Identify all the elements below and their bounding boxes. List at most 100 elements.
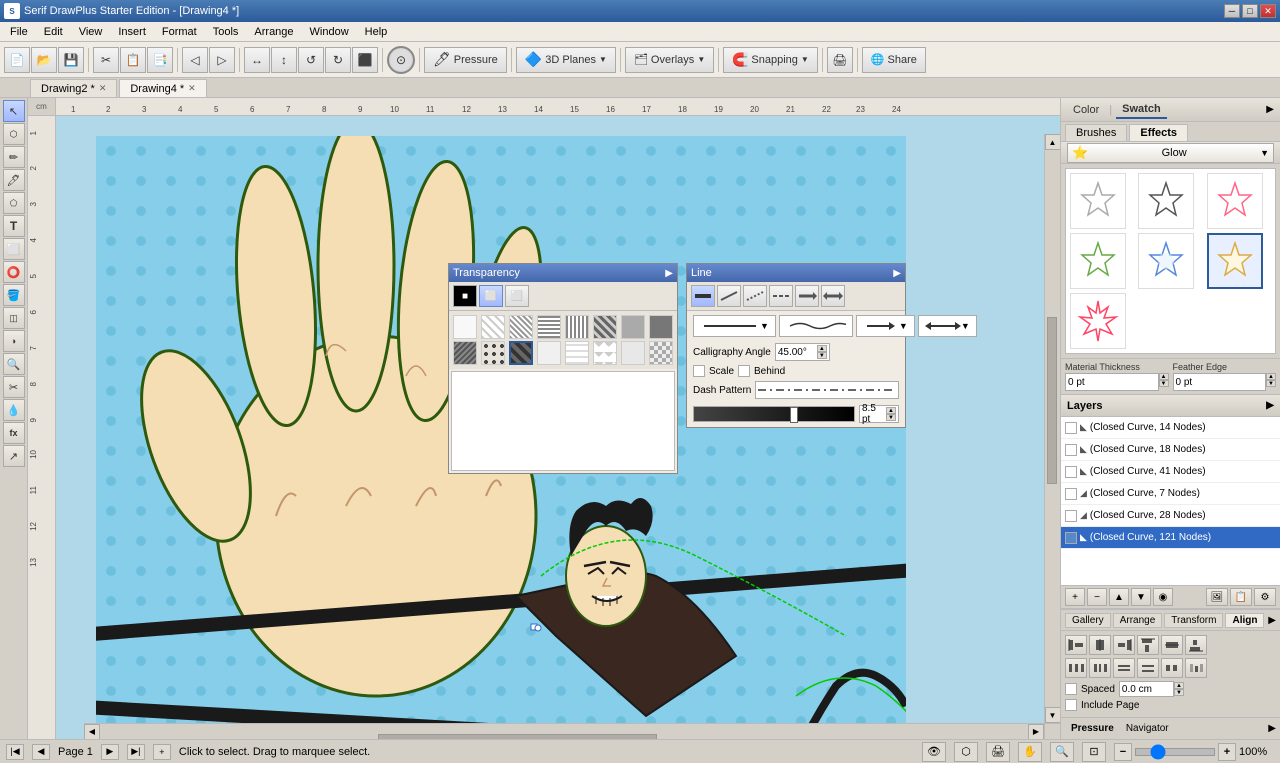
menu-help[interactable]: Help: [357, 24, 396, 40]
layer-delete-btn[interactable]: −: [1087, 588, 1107, 606]
zoom-slider[interactable]: [1135, 748, 1215, 756]
layer-2-checkbox[interactable]: [1065, 466, 1077, 478]
calligraphy-angle-input[interactable]: 45.00° ▲ ▼: [775, 343, 830, 361]
spaced-value-input[interactable]: 0.0 cm: [1119, 681, 1174, 697]
line-titlebar[interactable]: Line ▶: [687, 264, 905, 282]
quickshape-tool[interactable]: ⬠: [3, 192, 25, 214]
shadow-tool[interactable]: ◑: [3, 330, 25, 352]
brushes-tab[interactable]: Brushes: [1065, 124, 1127, 141]
layer-item-2[interactable]: ◣ (Closed Curve, 41 Nodes): [1061, 461, 1280, 483]
feather-up[interactable]: ▲: [1266, 373, 1276, 380]
line-type-btn-3[interactable]: [743, 285, 767, 307]
layer-down-btn[interactable]: ▼: [1131, 588, 1151, 606]
menu-format[interactable]: Format: [154, 24, 205, 40]
thickness-up[interactable]: ▲: [886, 407, 896, 414]
pattern-6[interactable]: [621, 315, 645, 339]
pencil-tool[interactable]: ✏: [3, 146, 25, 168]
trans-none-btn[interactable]: ■: [453, 285, 477, 307]
pattern-9[interactable]: [481, 341, 505, 365]
fill-tool[interactable]: 🪣: [3, 284, 25, 306]
pattern-1[interactable]: [481, 315, 505, 339]
v-scroll-track[interactable]: [1045, 150, 1060, 707]
rotate-r-btn[interactable]: ↻: [325, 47, 351, 73]
menu-file[interactable]: File: [2, 24, 36, 40]
line-type-btn-6[interactable]: [821, 285, 845, 307]
v-scroll-thumb[interactable]: [1047, 317, 1057, 484]
new-btn[interactable]: 📄: [4, 47, 30, 73]
trans-pattern-btn[interactable]: ⬜: [479, 285, 503, 307]
spaced-checkbox[interactable]: [1065, 683, 1077, 695]
window-close-btn[interactable]: ✕: [1260, 4, 1276, 18]
fx-tool[interactable]: fx: [3, 422, 25, 444]
navigator-tab[interactable]: Navigator: [1120, 722, 1175, 735]
effects-dropdown[interactable]: ⭐ Glow ▼: [1067, 143, 1274, 163]
dropper-tool[interactable]: 💧: [3, 399, 25, 421]
line-style-arrow-end[interactable]: ▼: [856, 315, 915, 337]
redo-btn[interactable]: ▷: [209, 47, 235, 73]
pattern-15[interactable]: [649, 341, 673, 365]
layer-up-btn[interactable]: ▲: [1109, 588, 1129, 606]
tab-drawing4[interactable]: Drawing4 * ✕: [119, 79, 206, 97]
align-tab[interactable]: Align: [1225, 613, 1264, 628]
view-wireframe-btn[interactable]: ⬡: [954, 742, 978, 762]
share-btn[interactable]: 🌐 Share: [862, 47, 926, 73]
glow-item-0[interactable]: [1070, 173, 1126, 229]
mat-down[interactable]: ▼: [1159, 380, 1169, 387]
spaced-up[interactable]: ▲: [1174, 682, 1184, 689]
pattern-11[interactable]: [537, 341, 561, 365]
color-tab[interactable]: Color: [1067, 102, 1105, 118]
zoom-in-btn[interactable]: +: [1218, 743, 1236, 761]
align-center-v-btn[interactable]: [1161, 635, 1183, 655]
trans-gradient-btn[interactable]: ⬜: [505, 285, 529, 307]
layer-4-checkbox[interactable]: [1065, 510, 1077, 522]
glow-item-5[interactable]: [1207, 233, 1263, 289]
transform1-btn[interactable]: ⬛: [352, 47, 378, 73]
connector-tool[interactable]: ↗: [3, 445, 25, 467]
align-left-btn[interactable]: [1065, 635, 1087, 655]
transparency-tool[interactable]: ◫: [3, 307, 25, 329]
prev-page-btn[interactable]: ◀: [32, 744, 50, 760]
align-top-btn[interactable]: [1137, 635, 1159, 655]
pressure-expand-btn[interactable]: ▶: [1268, 723, 1276, 734]
pattern-0[interactable]: [453, 315, 477, 339]
transparency-titlebar[interactable]: Transparency ▶: [449, 264, 677, 282]
effects-tab[interactable]: Effects: [1129, 124, 1188, 141]
save-btn[interactable]: 💾: [58, 47, 84, 73]
menu-tools[interactable]: Tools: [205, 24, 247, 40]
pattern-12[interactable]: [565, 341, 589, 365]
distribute-right-btn[interactable]: [1113, 658, 1135, 678]
crop-tool[interactable]: ✂: [3, 376, 25, 398]
ellipse-tool[interactable]: ⭕: [3, 261, 25, 283]
glow-item-4[interactable]: [1138, 233, 1194, 289]
scroll-right-btn[interactable]: ▶: [1028, 724, 1044, 740]
pressure-tab[interactable]: Pressure: [1065, 722, 1120, 735]
distribute-left-btn[interactable]: [1065, 658, 1087, 678]
tab-drawing2[interactable]: Drawing2 * ✕: [30, 79, 117, 97]
rotate-l-btn[interactable]: ↺: [298, 47, 324, 73]
line-style-wavy[interactable]: [779, 315, 853, 337]
gallery-expand-btn[interactable]: ▶: [1268, 615, 1276, 626]
view-fit-btn[interactable]: ⊡: [1082, 742, 1106, 762]
layer-5-checkbox[interactable]: [1065, 532, 1077, 544]
scale-checkbox[interactable]: [693, 365, 705, 377]
layer-3-checkbox[interactable]: [1065, 488, 1077, 500]
overlays-btn[interactable]: 🗂 Overlays ▼: [625, 47, 714, 73]
menu-edit[interactable]: Edit: [36, 24, 71, 40]
line-type-btn-2[interactable]: [717, 285, 741, 307]
pattern-3[interactable]: [537, 315, 561, 339]
layer-view-btn-2[interactable]: 📋: [1230, 588, 1252, 606]
transparency-close-btn[interactable]: ▶: [665, 268, 673, 279]
tab-drawing4-close[interactable]: ✕: [188, 83, 196, 94]
layer-item-4[interactable]: ◢ (Closed Curve, 28 Nodes): [1061, 505, 1280, 527]
align-bottom-btn[interactable]: [1185, 635, 1207, 655]
cal-angle-down[interactable]: ▼: [817, 352, 827, 359]
menu-arrange[interactable]: Arrange: [246, 24, 301, 40]
paste-btn[interactable]: 📑: [147, 47, 173, 73]
menu-view[interactable]: View: [71, 24, 111, 40]
spaced-down[interactable]: ▼: [1174, 689, 1184, 696]
arrange-tab[interactable]: Arrange: [1113, 613, 1163, 628]
line-style-solid[interactable]: ▼: [693, 315, 776, 337]
include-page-checkbox[interactable]: [1065, 699, 1077, 711]
mat-up[interactable]: ▲: [1159, 373, 1169, 380]
thickness-bar[interactable]: [693, 406, 855, 422]
